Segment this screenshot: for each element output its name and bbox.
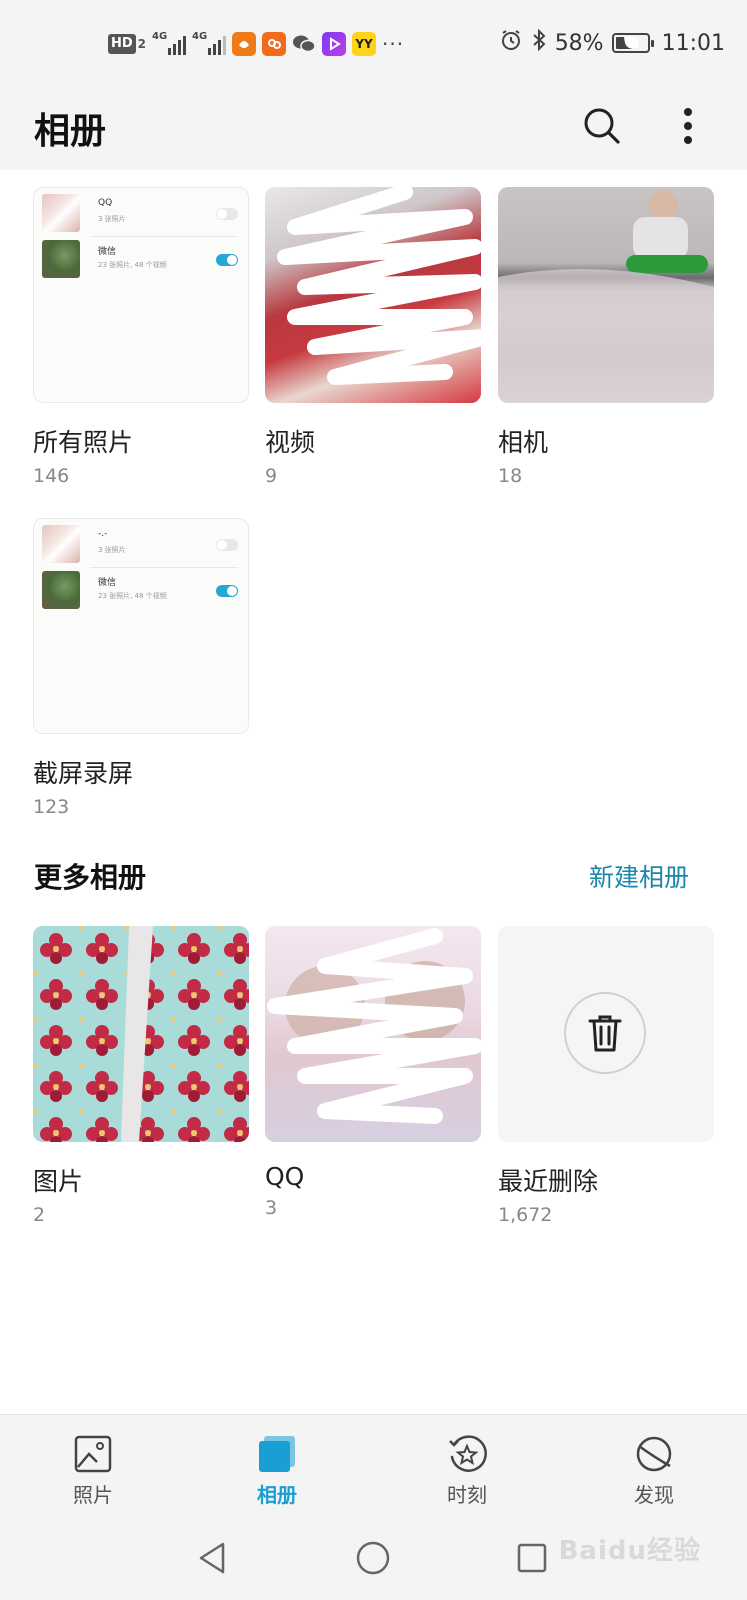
recents-square-icon — [517, 1543, 547, 1573]
album-count: 3 — [265, 1197, 278, 1219]
thumb-text: 23 张照片, 48 个视频 — [98, 261, 167, 269]
baidu-watermark: Baidu经验 — [558, 1536, 701, 1566]
album-name: 截屏录屏 — [33, 759, 134, 788]
thumb-text: 微信 — [98, 247, 117, 257]
trash-icon — [588, 1015, 622, 1052]
tab-albums[interactable]: 相册 — [207, 1415, 347, 1517]
photo-placeholder — [498, 190, 714, 403]
album-name: QQ — [265, 1162, 305, 1191]
battery-percent: 58% — [554, 30, 604, 56]
page-title: 相册 — [34, 111, 107, 152]
signal-sim1-icon: 4G — [152, 31, 187, 55]
album-thumbnail: QQ 3 张照片 微信 23 张照片, 48 个视频 — [33, 187, 249, 403]
bluetooth-icon — [531, 28, 547, 58]
album-count: 146 — [33, 465, 70, 487]
album-thumbnail — [498, 187, 714, 403]
home-circle-icon — [356, 1541, 390, 1575]
album-name: 相机 — [498, 428, 549, 457]
album-count: 1,672 — [498, 1204, 553, 1226]
more-notifications-icon: ··· — [382, 32, 405, 56]
album-name: 所有照片 — [33, 428, 134, 457]
app-header: 相册 — [0, 86, 747, 170]
tab-label: 相册 — [257, 1483, 297, 1507]
album-thumbnail — [265, 926, 481, 1142]
back-button[interactable] — [189, 1534, 237, 1582]
album-count: 123 — [33, 796, 70, 818]
uc-browser-icon — [232, 32, 257, 56]
album-camera[interactable]: 相机 18 — [498, 187, 714, 487]
album-name: 视频 — [265, 428, 316, 457]
wechat-icon — [292, 32, 316, 56]
tab-label: 时刻 — [447, 1483, 487, 1507]
hd-voice-icon: HD — [108, 34, 136, 54]
photo-icon — [72, 1433, 114, 1475]
trash-icon-container — [564, 992, 646, 1074]
bottom-navigation: 照片 相册 时刻 发现 — [0, 1414, 747, 1516]
new-album-button[interactable]: 新建相册 — [589, 858, 689, 894]
alarm-icon — [499, 28, 523, 58]
hd-sim-index: 2 — [137, 37, 147, 51]
album-thumbnail — [33, 926, 249, 1142]
more-vertical-icon — [684, 108, 692, 144]
battery-icon — [611, 33, 654, 53]
album-thumbnail: -.- 3 张照片 微信 23 张照片, 48 个视频 — [33, 518, 249, 734]
thumb-text: -.- — [98, 529, 108, 539]
video-app-icon — [322, 32, 347, 56]
album-pictures[interactable]: 图片 2 — [33, 926, 249, 1226]
more-options-button[interactable] — [664, 102, 712, 150]
yy-app-icon: YY — [352, 32, 377, 56]
status-right-icons: 58% 11:01 — [499, 28, 725, 58]
thumb-text: 微信 — [98, 578, 117, 588]
thumb-text: QQ — [98, 198, 113, 208]
album-recently-deleted[interactable]: 最近删除 1,672 — [498, 926, 714, 1226]
gallery-screen: HD 2 4G 4G YY ··· 58% 11:01 相册 QQ 3 张照片 … — [0, 0, 747, 1600]
thumb-row: QQ 3 张照片 — [42, 194, 238, 234]
album-qq[interactable]: QQ 3 — [265, 926, 481, 1219]
discover-icon — [633, 1433, 675, 1475]
search-icon — [584, 108, 620, 144]
album-videos[interactable]: 视频 9 — [265, 187, 481, 487]
recents-button[interactable] — [508, 1534, 556, 1582]
thumb-row: 微信 23 张照片, 48 个视频 — [42, 571, 238, 611]
moments-icon — [446, 1433, 488, 1475]
signal-sim2-icon: 4G — [192, 31, 227, 55]
system-navigation-bar: Baidu经验 — [0, 1516, 747, 1600]
album-count: 9 — [265, 465, 278, 487]
album-thumbnail — [265, 187, 481, 403]
thumb-row: 微信 23 张照片, 48 个视频 — [42, 240, 238, 280]
uc-app-icon — [262, 32, 287, 56]
thumb-text: 23 张照片, 48 个视频 — [98, 592, 167, 600]
back-triangle-icon — [199, 1542, 225, 1574]
albums-icon — [256, 1433, 298, 1475]
album-name: 图片 — [33, 1167, 84, 1196]
home-button[interactable] — [349, 1534, 397, 1582]
tab-photos[interactable]: 照片 — [23, 1415, 163, 1517]
network-type-label: 4G — [192, 31, 208, 42]
album-count: 18 — [498, 465, 523, 487]
tab-label: 照片 — [73, 1483, 113, 1507]
album-all-photos[interactable]: QQ 3 张照片 微信 23 张照片, 48 个视频 所有照片 146 — [33, 187, 249, 487]
album-screenshots[interactable]: -.- 3 张照片 微信 23 张照片, 48 个视频 截屏录屏 123 — [33, 518, 249, 818]
album-thumbnail — [498, 926, 714, 1142]
album-count: 2 — [33, 1204, 46, 1226]
clock: 11:01 — [661, 30, 725, 56]
search-button[interactable] — [578, 102, 626, 150]
pattern-image — [33, 926, 249, 1142]
tab-moments[interactable]: 时刻 — [397, 1415, 537, 1517]
tab-label: 发现 — [634, 1483, 674, 1507]
more-albums-title: 更多相册 — [34, 861, 147, 894]
status-left-icons: HD 2 4G 4G YY ··· — [108, 30, 404, 58]
thumb-text: 3 张照片 — [98, 546, 126, 554]
network-type-label: 4G — [152, 31, 168, 42]
thumb-row: -.- 3 张照片 — [42, 525, 238, 565]
scribble-overlay — [277, 187, 481, 385]
album-name: 最近删除 — [498, 1167, 599, 1196]
status-bar: HD 2 4G 4G YY ··· 58% 11:01 — [0, 0, 747, 86]
tab-discover[interactable]: 发现 — [584, 1415, 724, 1517]
thumb-text: 3 张照片 — [98, 215, 126, 223]
scribble-overlay — [267, 928, 481, 1124]
